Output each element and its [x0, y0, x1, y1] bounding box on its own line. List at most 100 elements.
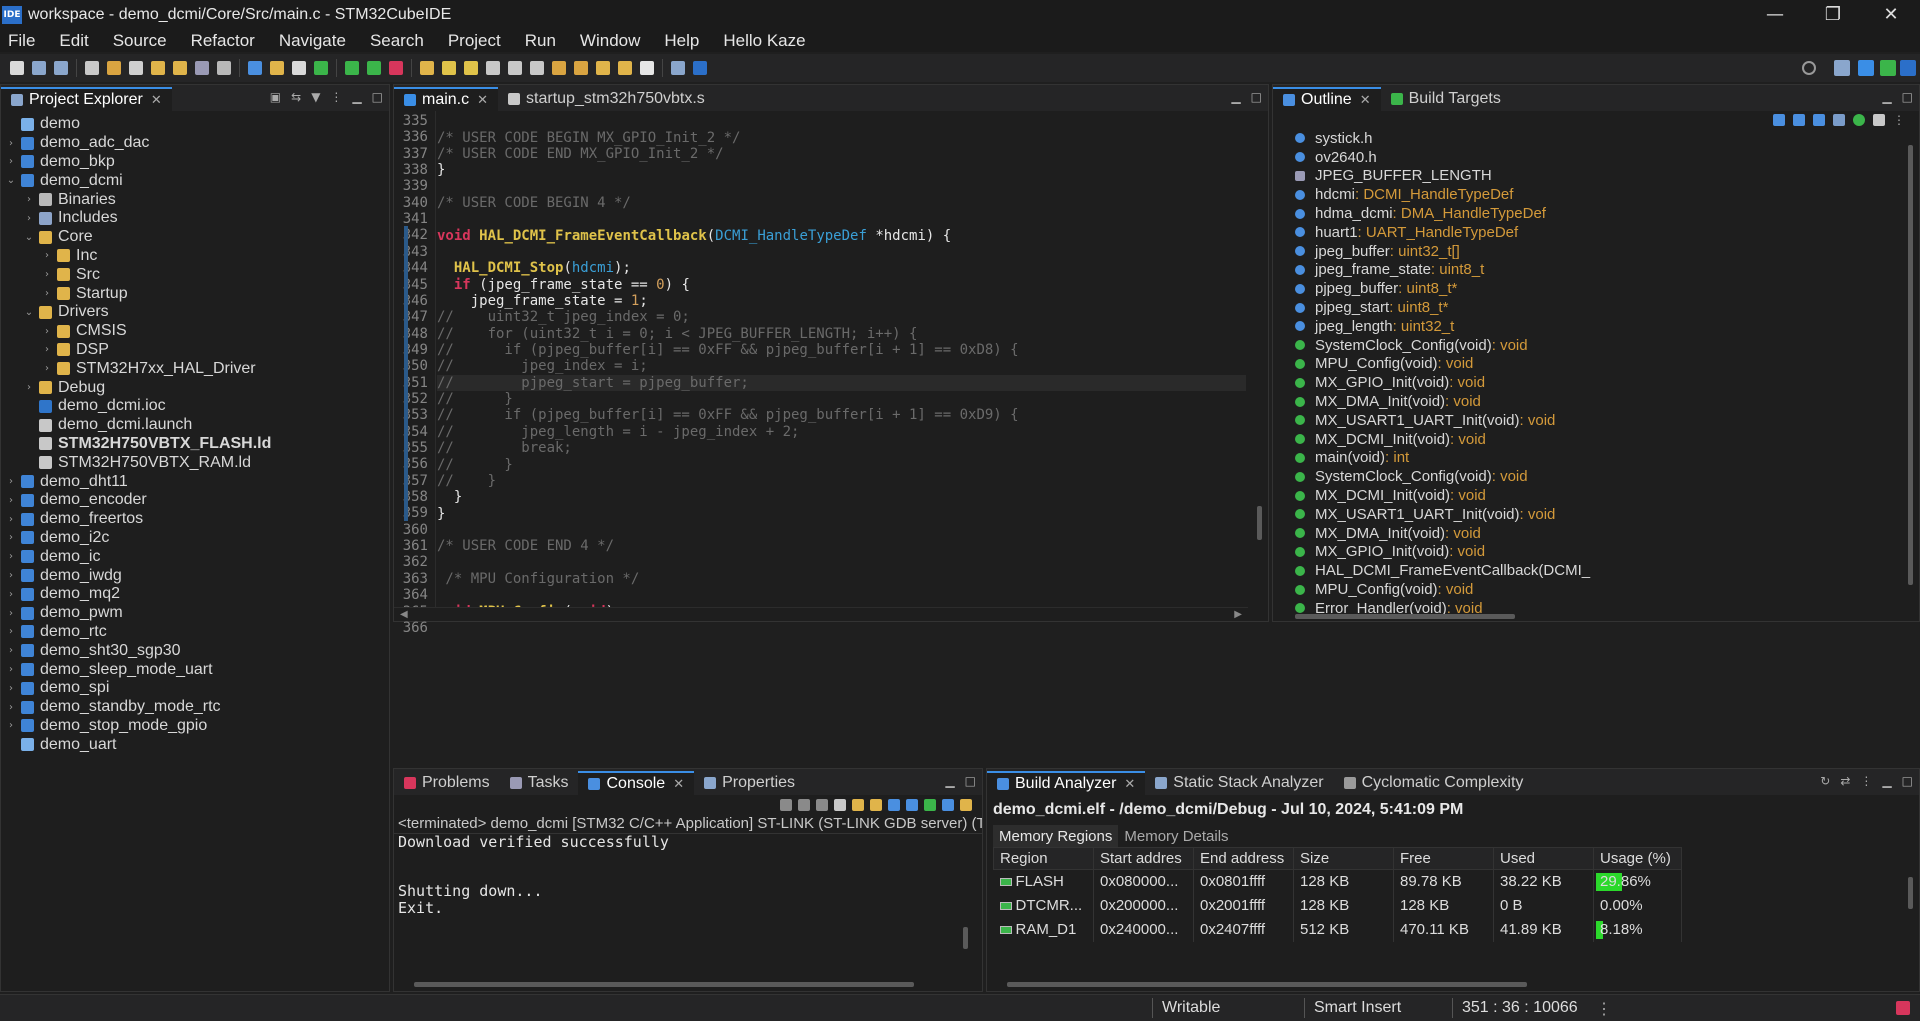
tab-build-targets[interactable]: Build Targets: [1381, 87, 1511, 111]
tab-properties[interactable]: Properties: [694, 771, 805, 795]
code-line[interactable]: [437, 178, 1246, 194]
outline-item[interactable]: jpeg_length : uint32_t: [1273, 317, 1919, 336]
tree-item[interactable]: › demo_iwdg: [1, 566, 389, 585]
column-header[interactable]: Usage (%): [1593, 847, 1682, 870]
outline-item[interactable]: MX_DCMI_Init(void) : void: [1273, 486, 1919, 505]
menu-run[interactable]: Run: [525, 31, 556, 51]
code-line[interactable]: /* USER CODE END 4 */: [437, 538, 1246, 554]
tree-item[interactable]: › demo_spi: [1, 679, 389, 698]
focus-icon[interactable]: [1873, 114, 1885, 126]
build-config-icon[interactable]: [129, 61, 143, 75]
maximize-view-icon[interactable]: □: [1251, 90, 1262, 104]
expanded-arrow-icon[interactable]: ⌄: [23, 232, 35, 243]
outline-item[interactable]: hdma_dcmi : DMA_HandleTypeDef: [1273, 204, 1919, 223]
tab-tasks[interactable]: Tasks: [500, 771, 579, 795]
editor-vertical-scrollbar[interactable]: [1257, 506, 1262, 540]
outline-item[interactable]: jpeg_frame_state : uint8_t: [1273, 261, 1919, 280]
tree-item[interactable]: › demo_sht30_sgp30: [1, 641, 389, 660]
tree-item[interactable]: › demo_encoder: [1, 491, 389, 510]
save-icon[interactable]: [32, 61, 46, 75]
tree-item[interactable]: ⌄ Drivers: [1, 303, 389, 322]
menu-edit[interactable]: Edit: [59, 31, 88, 51]
filter-icon[interactable]: ▼: [311, 90, 320, 104]
open-perspective-icon[interactable]: [671, 61, 685, 75]
scroll-lock-icon[interactable]: [852, 799, 864, 811]
device-perspective-icon[interactable]: [1900, 60, 1916, 76]
code-line[interactable]: /* USER CODE BEGIN 4 */: [437, 195, 1246, 211]
collapsed-arrow-icon[interactable]: ›: [5, 608, 17, 619]
collapse-all-icon[interactable]: ▣: [270, 90, 281, 104]
outline-item[interactable]: SystemClock_Config(void) : void: [1273, 467, 1919, 486]
collapsed-arrow-icon[interactable]: ›: [41, 363, 53, 374]
column-header[interactable]: Free: [1393, 847, 1494, 870]
pin-icon[interactable]: ⇄: [1840, 774, 1850, 788]
run-icon[interactable]: [367, 61, 381, 75]
tree-item[interactable]: › Includes: [1, 209, 389, 228]
new-project-icon[interactable]: [248, 61, 262, 75]
collapsed-arrow-icon[interactable]: ›: [23, 213, 35, 224]
status-menu-icon[interactable]: ⋮: [1596, 999, 1612, 1019]
search-icon[interactable]: [1802, 61, 1816, 75]
collapsed-arrow-icon[interactable]: ›: [5, 156, 17, 167]
tree-item[interactable]: › demo_bkp: [1, 153, 389, 172]
menu-navigate[interactable]: Navigate: [279, 31, 346, 51]
close-icon[interactable]: ✕: [1124, 777, 1135, 792]
status-cursor-position[interactable]: 351 : 36 : 10066: [1462, 999, 1578, 1017]
maximize-view-icon[interactable]: □: [1902, 90, 1913, 104]
tree-item[interactable]: demo_dcmi.launch: [1, 416, 389, 435]
toggle-mark-occurrences-icon[interactable]: [464, 61, 478, 75]
code-line[interactable]: // if (pjpeg_buffer[i] == 0xFF && pjpeg_…: [437, 407, 1246, 423]
code-line[interactable]: // for (uint32_t i = 0; i < JPEG_BUFFER_…: [437, 326, 1246, 342]
outline-item[interactable]: MX_GPIO_Init(void) : void: [1273, 543, 1919, 562]
tree-item[interactable]: › demo_sleep_mode_uart: [1, 660, 389, 679]
debug-perspective-icon[interactable]: [1880, 60, 1896, 76]
tree-item[interactable]: › demo_ic: [1, 547, 389, 566]
status-insert-mode[interactable]: Smart Insert: [1314, 999, 1401, 1017]
collapsed-arrow-icon[interactable]: ›: [5, 532, 17, 543]
code-line[interactable]: }: [437, 505, 1246, 522]
table-horizontal-scrollbar[interactable]: [1007, 982, 1527, 987]
tab-build-analyzer[interactable]: Build Analyzer ✕: [987, 771, 1146, 795]
code-line[interactable]: [437, 554, 1246, 570]
forward-arrow-icon[interactable]: [640, 61, 654, 75]
tree-item[interactable]: › Debug: [1, 378, 389, 397]
outline-item[interactable]: MX_DMA_Init(void) : void: [1273, 524, 1919, 543]
outline-item[interactable]: jpeg_buffer : uint32_t[]: [1273, 242, 1919, 261]
word-wrap-icon[interactable]: [870, 799, 882, 811]
maximize-view-icon[interactable]: □: [1902, 774, 1913, 788]
code-line[interactable]: // break;: [437, 440, 1246, 456]
collapsed-arrow-icon[interactable]: ›: [5, 138, 17, 149]
show-on-output-icon[interactable]: [888, 799, 900, 811]
tab-startup-s[interactable]: startup_stm32h750vbtx.s: [498, 87, 715, 111]
expanded-arrow-icon[interactable]: ⌄: [23, 307, 35, 318]
menu-file[interactable]: File: [8, 31, 35, 51]
tab-memory-regions[interactable]: Memory Regions: [993, 825, 1119, 847]
word-wrap-icon[interactable]: [486, 61, 500, 75]
expanded-arrow-icon[interactable]: ⌄: [5, 175, 17, 186]
outline-item[interactable]: huart1 : UART_HandleTypeDef: [1273, 223, 1919, 242]
maximize-view-icon[interactable]: □: [372, 90, 383, 104]
collapsed-arrow-icon[interactable]: ›: [5, 514, 17, 525]
minimize-view-icon[interactable]: ▁: [352, 90, 361, 104]
outline-item[interactable]: MX_USART1_UART_Init(void) : void: [1273, 505, 1919, 524]
outline-item[interactable]: MPU_Config(void) : void: [1273, 580, 1919, 599]
tree-item[interactable]: › demo_freertos: [1, 510, 389, 529]
hide-fields-icon[interactable]: [1813, 114, 1825, 126]
code-line[interactable]: [437, 587, 1246, 603]
tree-item[interactable]: › CMSIS: [1, 322, 389, 341]
code-line[interactable]: /* USER CODE BEGIN MX_GPIO_Init_2 */: [437, 129, 1246, 146]
code-line[interactable]: // jpeg_length = i - jpeg_index + 2;: [437, 424, 1246, 440]
code-line[interactable]: if (jpeg_frame_state == 0) {: [437, 277, 1246, 293]
redo-icon[interactable]: [173, 61, 187, 75]
tree-item[interactable]: › Startup: [1, 284, 389, 303]
code-line[interactable]: // pjpeg_start = pjpeg_buffer;: [437, 374, 1246, 391]
tree-item[interactable]: ⌄ demo_dcmi: [1, 171, 389, 190]
table-vertical-scrollbar[interactable]: [1908, 877, 1913, 909]
menu-window[interactable]: Window: [580, 31, 640, 51]
tree-item[interactable]: demo_uart: [1, 735, 389, 754]
collapse-all-icon[interactable]: [1773, 114, 1785, 126]
pin-console-icon[interactable]: [924, 799, 936, 811]
maximize-button[interactable]: ❐: [1804, 0, 1862, 29]
column-header[interactable]: End address: [1193, 847, 1294, 870]
menu-search[interactable]: Search: [370, 31, 424, 51]
